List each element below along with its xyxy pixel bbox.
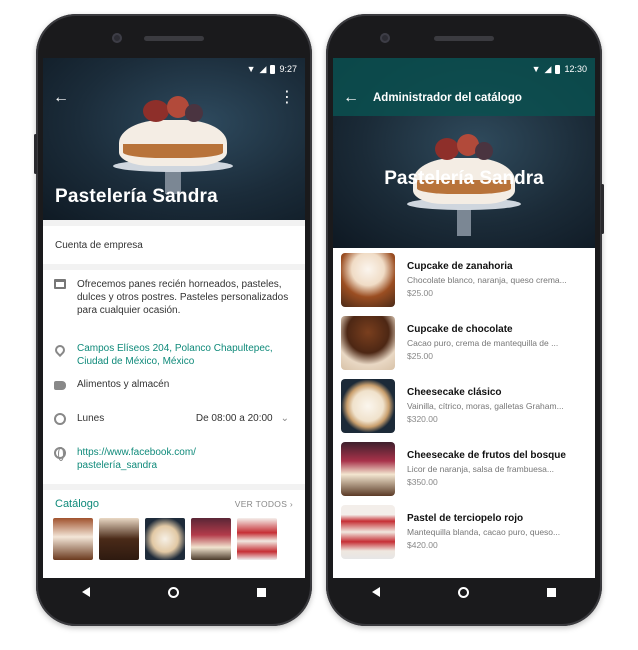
product-image	[341, 378, 395, 433]
product-item[interactable]: Cheesecake clásico Vainilla, cítrico, mo…	[333, 374, 595, 437]
business-description: Ofrecemos panes recién horneados, pastel…	[77, 279, 289, 316]
product-price: $320.00	[407, 414, 438, 424]
product-description: Chocolate blanco, naranja, queso crema..…	[407, 275, 567, 285]
product-description: Cacao puro, crema de mantequilla de ...	[407, 338, 559, 348]
product-list: Cupcake de zanahoria Chocolate blanco, n…	[333, 248, 595, 578]
product-name: Cheesecake de frutos del bosque	[407, 450, 566, 461]
product-description: Licor de naranja, salsa de frambuesa...	[407, 464, 554, 474]
business-address[interactable]: Campos Elíseos 204, Polanco Chapultepec,…	[77, 342, 305, 368]
business-info-card: Ofrecemos panes recién horneados, pastel…	[43, 270, 305, 484]
nav-home-icon[interactable]	[168, 586, 179, 598]
appbar-title: Administrador del catálogo	[373, 92, 522, 104]
location-pin-icon	[52, 342, 68, 358]
catalog-thumb[interactable]	[53, 518, 93, 560]
business-name: Pastelería Sandra	[55, 186, 218, 207]
status-time: 12:30	[564, 64, 587, 74]
product-name: Pastel de terciopelo rojo	[407, 513, 524, 524]
see-all-label: VER TODOS	[234, 499, 288, 509]
product-price: $25.00	[407, 288, 433, 298]
product-name: Cupcake de zanahoria	[407, 261, 513, 272]
catalog-thumb[interactable]	[191, 518, 231, 560]
android-nav-bar	[43, 578, 305, 606]
catalog-card: Catálogo VER TODOS ›	[43, 490, 305, 578]
product-price: $420.00	[407, 540, 438, 550]
catalog-screen: Pastelería Sandra ▼ ◢ 12:30 ← Administra…	[333, 58, 595, 578]
catalog-thumb[interactable]	[237, 518, 277, 560]
nav-home-icon[interactable]	[458, 586, 469, 598]
nav-recents-icon[interactable]	[547, 587, 556, 597]
profile-screen: Pastelería Sandra ▼ ◢ 9:27 ← ⋮ Cuenta de…	[43, 58, 305, 578]
wifi-icon: ▼	[246, 64, 256, 74]
front-camera	[112, 33, 122, 43]
address-row[interactable]: Campos Elíseos 204, Polanco Chapultepec,…	[43, 342, 305, 368]
catalog-title: Catálogo	[55, 498, 100, 510]
hours-row[interactable]: Lunes De 08:00 a 20:00 ⌄	[43, 412, 305, 425]
status-time: 9:27	[279, 64, 297, 74]
signal-icon: ◢	[544, 63, 552, 74]
status-bar: ▼ ◢ 12:30	[333, 58, 595, 80]
product-name: Cheesecake clásico	[407, 387, 502, 398]
android-nav-bar	[333, 578, 595, 606]
product-item[interactable]: Pastel de terciopelo rojo Mantequilla bl…	[333, 500, 595, 563]
catalog-thumb[interactable]	[99, 518, 139, 560]
back-arrow-icon[interactable]: ←	[343, 89, 359, 107]
status-bar: ▼ ◢ 9:27	[43, 58, 305, 80]
website-row[interactable]: https://www.facebook.com/ pastelería_san…	[43, 446, 305, 472]
hours-day: Lunes	[77, 413, 105, 424]
product-description: Vainilla, cítrico, moras, galletas Graha…	[407, 401, 564, 411]
more-vert-icon[interactable]: ⋮	[279, 90, 295, 106]
chevron-down-icon[interactable]: ⌄	[281, 412, 289, 425]
earpiece	[144, 36, 204, 41]
product-item[interactable]: Cupcake de zanahoria Chocolate blanco, n…	[333, 248, 595, 311]
business-category: Alimentos y almacén	[77, 379, 170, 390]
battery-icon	[270, 64, 276, 74]
account-type: Cuenta de empresa	[55, 239, 143, 251]
back-arrow-icon[interactable]: ←	[53, 89, 69, 107]
catalog-thumbnails	[43, 518, 305, 560]
chevron-right-icon: ›	[289, 499, 293, 509]
see-all-button[interactable]: VER TODOS ›	[235, 499, 293, 509]
globe-icon	[54, 447, 66, 461]
nav-recents-icon[interactable]	[257, 587, 266, 597]
product-description: Mantequilla blanda, cacao puro, queso...	[407, 527, 561, 537]
store-icon	[54, 279, 66, 289]
product-image	[341, 252, 395, 307]
clock-icon	[54, 413, 66, 425]
profile-topbar: ← ⋮	[43, 80, 305, 116]
catalog-appbar: ← Administrador del catálogo	[333, 80, 595, 116]
wifi-icon: ▼	[531, 64, 541, 74]
phone-catalog-manager: Pastelería Sandra ▼ ◢ 12:30 ← Administra…	[326, 14, 604, 626]
product-name: Cupcake de chocolate	[407, 324, 513, 335]
website-link[interactable]: https://www.facebook.com/ pastelería_san…	[77, 446, 305, 472]
signal-icon: ◢	[259, 63, 267, 74]
product-image	[341, 315, 395, 370]
product-item[interactable]: Cheesecake de frutos del bosque Licor de…	[333, 437, 595, 500]
product-price: $350.00	[407, 477, 438, 487]
front-camera	[380, 33, 390, 43]
product-image	[341, 504, 395, 559]
catalog-thumb[interactable]	[145, 518, 185, 560]
phone-business-profile: Pastelería Sandra ▼ ◢ 9:27 ← ⋮ Cuenta de…	[34, 14, 312, 626]
product-price: $25.00	[407, 351, 433, 361]
hours-time: De 08:00 a 20:00	[195, 413, 273, 424]
category-row: Alimentos y almacén	[43, 378, 305, 391]
tag-icon	[54, 381, 66, 390]
nav-back-icon[interactable]	[82, 587, 90, 597]
description-row: Ofrecemos panes recién horneados, pastel…	[43, 278, 305, 317]
earpiece	[434, 36, 494, 41]
battery-icon	[555, 64, 561, 74]
account-type-card: Cuenta de empresa	[43, 226, 305, 264]
nav-back-icon[interactable]	[372, 587, 380, 597]
product-image	[341, 441, 395, 496]
product-item[interactable]: Cupcake de chocolate Cacao puro, crema d…	[333, 311, 595, 374]
business-name: Pastelería Sandra	[384, 168, 544, 189]
